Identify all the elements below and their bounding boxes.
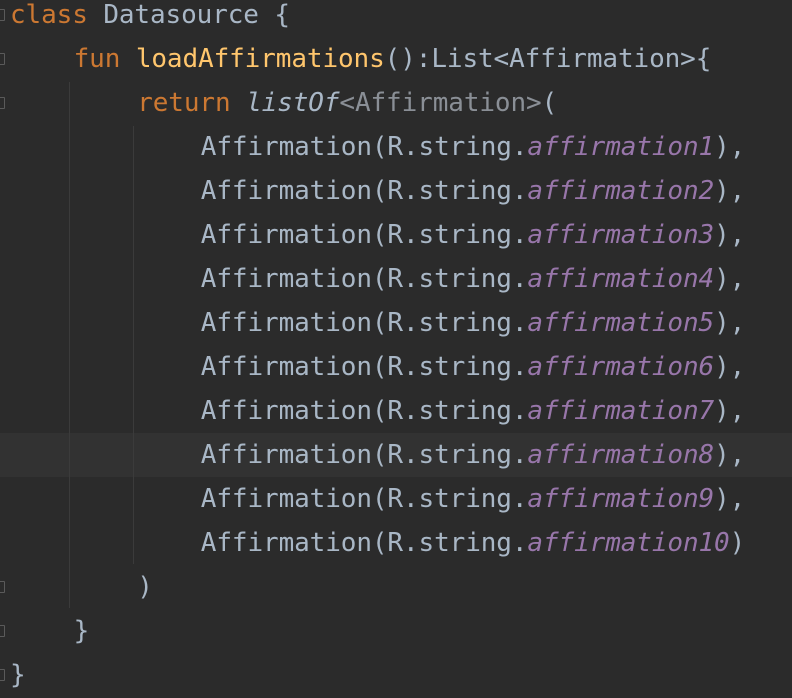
fold-icon[interactable] [0, 669, 5, 681]
token: Affirmation(R.string. [200, 352, 528, 382]
code-text: Affirmation(R.string.affirmation4), [201, 257, 745, 301]
code-text: Affirmation(R.string.affirmation3), [201, 213, 745, 257]
code-text: } [10, 653, 26, 697]
token: ), [714, 484, 746, 514]
token: affirmation1 [527, 132, 715, 162]
token: ( [541, 88, 558, 118]
indent-guide [133, 126, 134, 564]
code-line[interactable]: Affirmation(R.string.affirmation4), [0, 257, 792, 301]
code-line[interactable]: ) [0, 565, 792, 609]
code-text: } [74, 609, 90, 653]
code-text: ) [137, 565, 153, 609]
token: loadAffirmations [135, 44, 385, 74]
code-text: Affirmation(R.string.affirmation7), [201, 389, 745, 433]
token: <Affirmation> [339, 88, 542, 118]
token: fun [73, 44, 136, 74]
token: ) [729, 528, 746, 558]
token: ), [714, 352, 746, 382]
token: } [73, 616, 90, 646]
code-text: Affirmation(R.string.affirmation1), [201, 125, 745, 169]
token: ), [714, 308, 746, 338]
fold-icon[interactable] [0, 53, 5, 65]
code-line[interactable]: } [0, 653, 792, 697]
code-text: Affirmation(R.string.affirmation9), [201, 477, 745, 521]
fold-icon[interactable] [0, 581, 5, 593]
code-line[interactable]: return listOf<Affirmation>( [0, 81, 792, 125]
token: affirmation5 [527, 308, 715, 338]
token: Affirmation(R.string. [200, 132, 528, 162]
token: affirmation3 [527, 220, 715, 250]
fold-icon[interactable] [0, 97, 5, 109]
token: ), [714, 264, 746, 294]
code-text: return listOf<Affirmation>( [137, 81, 557, 125]
token: class [10, 0, 104, 30]
code-line[interactable]: Affirmation(R.string.affirmation10) [0, 521, 792, 565]
token: affirmation4 [527, 264, 715, 294]
code-line[interactable]: Affirmation(R.string.affirmation5), [0, 301, 792, 345]
token: ():List<Affirmation>{ [384, 44, 712, 74]
code-line[interactable]: } [0, 609, 792, 653]
token: affirmation10 [527, 528, 730, 558]
code-line[interactable]: Affirmation(R.string.affirmation8), [0, 433, 792, 477]
code-text: class Datasource { [10, 0, 290, 37]
token: Affirmation(R.string. [200, 308, 528, 338]
token: ), [714, 132, 746, 162]
fold-icon[interactable] [0, 625, 5, 637]
token: Datasource { [103, 0, 290, 30]
token: return [137, 88, 247, 118]
token: } [10, 660, 26, 690]
code-line[interactable]: class Datasource { [0, 0, 792, 37]
code-line[interactable]: Affirmation(R.string.affirmation3), [0, 213, 792, 257]
token: ) [137, 572, 153, 602]
code-text: fun loadAffirmations():List<Affirmation>… [74, 37, 712, 81]
token: Affirmation(R.string. [200, 220, 528, 250]
fold-icon[interactable] [0, 9, 5, 21]
token: ), [714, 440, 746, 470]
token: affirmation2 [527, 176, 715, 206]
token: affirmation9 [527, 484, 715, 514]
code-line[interactable]: Affirmation(R.string.affirmation6), [0, 345, 792, 389]
token: Affirmation(R.string. [200, 528, 528, 558]
code-line[interactable]: Affirmation(R.string.affirmation2), [0, 169, 792, 213]
token: Affirmation(R.string. [200, 396, 528, 426]
code-line[interactable]: Affirmation(R.string.affirmation1), [0, 125, 792, 169]
code-text: Affirmation(R.string.affirmation5), [201, 301, 745, 345]
token: ), [714, 176, 746, 206]
code-line[interactable]: fun loadAffirmations():List<Affirmation>… [0, 37, 792, 81]
token: listOf [246, 88, 340, 118]
token: ), [714, 396, 746, 426]
indent-guide [69, 82, 70, 608]
token: Affirmation(R.string. [200, 264, 528, 294]
token: affirmation8 [527, 440, 715, 470]
code-text: Affirmation(R.string.affirmation8), [201, 433, 745, 477]
token: affirmation7 [527, 396, 715, 426]
code-text: Affirmation(R.string.affirmation2), [201, 169, 745, 213]
code-line[interactable]: Affirmation(R.string.affirmation7), [0, 389, 792, 433]
token: Affirmation(R.string. [200, 440, 528, 470]
token: Affirmation(R.string. [200, 484, 528, 514]
code-line[interactable]: Affirmation(R.string.affirmation9), [0, 477, 792, 521]
token: ), [714, 220, 746, 250]
token: affirmation6 [527, 352, 715, 382]
code-text: Affirmation(R.string.affirmation6), [201, 345, 745, 389]
code-text: Affirmation(R.string.affirmation10) [201, 521, 745, 565]
token: Affirmation(R.string. [200, 176, 528, 206]
